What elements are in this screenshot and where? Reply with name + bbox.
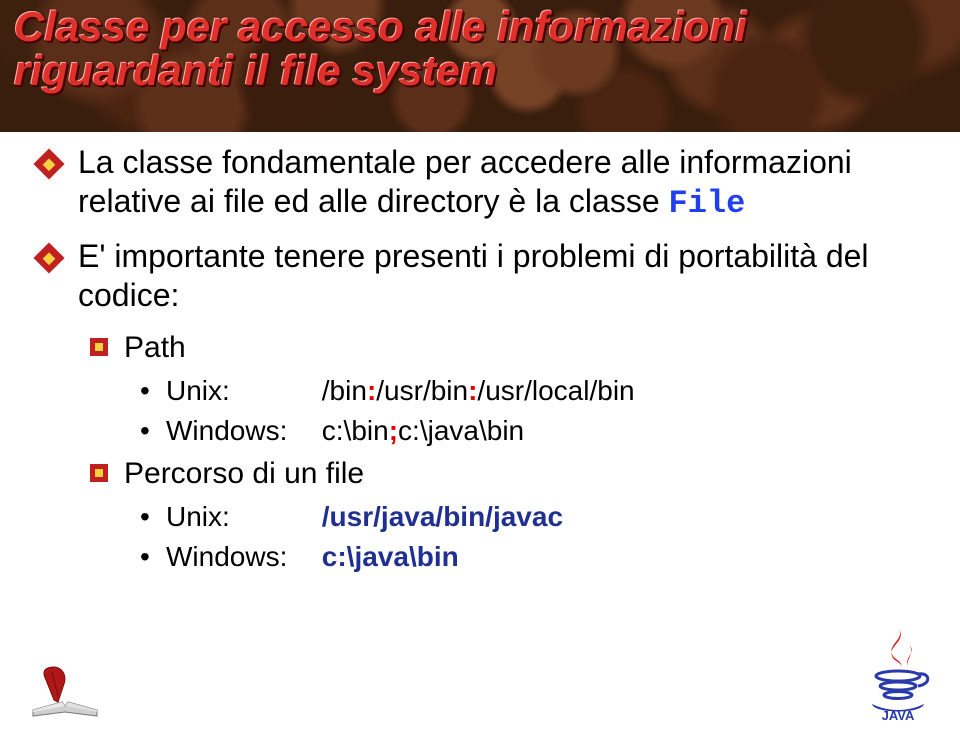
book-icon <box>28 662 102 722</box>
slide-content: La classe fondamentale per accedere alle… <box>38 143 918 580</box>
svg-text:JAVA: JAVA <box>882 708 915 722</box>
bullet-level3-unix-path: Unix: /bin:/usr/bin:/usr/local/bin <box>38 373 918 409</box>
path-value: c:\bin;c:\java\bin <box>322 413 524 449</box>
slide-title: Classe per accesso alle informazioni rig… <box>14 5 946 93</box>
path-value: /usr/java/bin/javac <box>322 499 563 535</box>
bullet-text: Percorso di un file <box>124 457 364 490</box>
title-line-2: riguardanti il file system <box>14 47 497 94</box>
path-value: /bin:/usr/bin:/usr/local/bin <box>322 373 635 409</box>
slide: Classe per accesso alle informazioni rig… <box>0 0 960 736</box>
diamond-bullet-icon <box>38 247 60 269</box>
bullet-level1-portability: E' importante tenere presenti i problemi… <box>38 237 918 315</box>
code-file: File <box>669 185 746 222</box>
bullet-level3-windows-path: Windows: c:\bin;c:\java\bin <box>38 413 918 449</box>
title-line-1: Classe per accesso alle informazioni <box>14 3 747 50</box>
os-label: Windows: <box>166 539 314 575</box>
os-label: Windows: <box>166 413 314 449</box>
os-label: Unix: <box>166 373 314 409</box>
bullet-level1-file-class: La classe fondamentale per accedere alle… <box>38 143 918 223</box>
bullet-level3-windows-filepath: Windows: c:\java\bin <box>38 539 918 575</box>
square-bullet-icon <box>90 464 110 484</box>
diamond-bullet-icon <box>38 153 60 175</box>
bullet-level2-filepath: Percorso di un file <box>38 455 918 493</box>
bullet-text: Path <box>124 331 186 364</box>
java-logo-icon: JAVA <box>858 622 938 722</box>
square-bullet-icon <box>90 338 110 358</box>
bullet-level3-unix-filepath: Unix: /usr/java/bin/javac <box>38 499 918 535</box>
path-value: c:\java\bin <box>322 539 459 575</box>
bullet-level2-path: Path <box>38 329 918 367</box>
bullet-text: E' importante tenere presenti i problemi… <box>78 238 869 313</box>
os-label: Unix: <box>166 499 314 535</box>
